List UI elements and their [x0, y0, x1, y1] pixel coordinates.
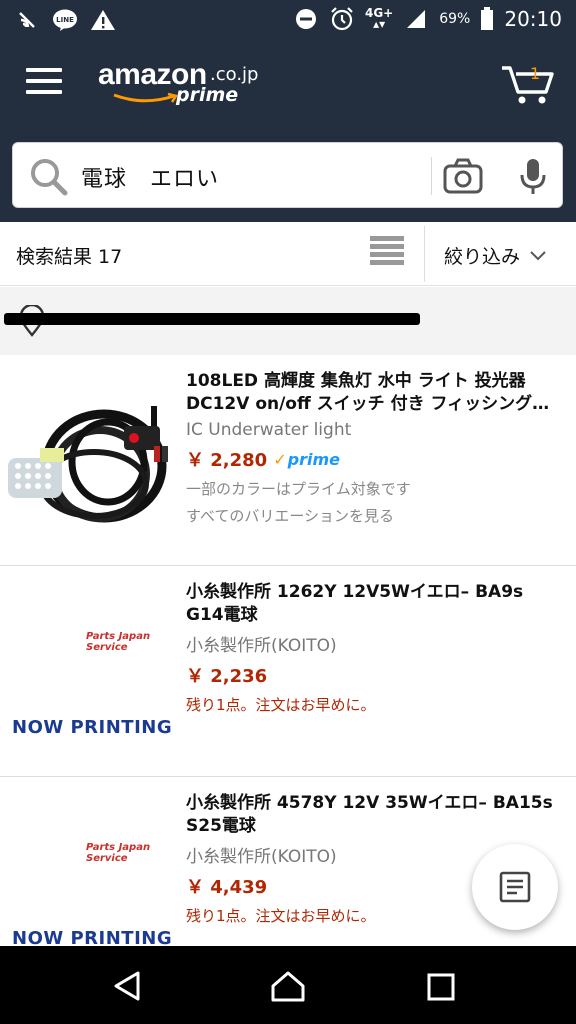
warning-icon	[90, 7, 116, 33]
search-query: 電球 エロい	[81, 167, 220, 192]
product-price: ￥ 4,439	[186, 877, 268, 898]
menu-button[interactable]	[26, 68, 62, 98]
product-title[interactable]: 108LED 高輝度 集魚灯 水中 ライト 投光器 DC12V on/off ス…	[186, 370, 566, 416]
svg-text:LINE: LINE	[56, 16, 74, 24]
results-bar: 検索結果 17 絞り込み	[0, 222, 576, 286]
search-divider	[431, 157, 432, 195]
redacted-address-line	[30, 321, 410, 325]
thumb-brand: Parts Japan Service	[86, 631, 151, 653]
list-view-button[interactable]	[472, 844, 558, 930]
stock-warning: 残り1点。注文はお早めに。	[186, 696, 376, 714]
cart-button[interactable]: 1	[500, 60, 556, 106]
cast-icon	[14, 7, 40, 33]
signal-icon	[403, 6, 429, 32]
product-title[interactable]: 小糸製作所 4578Y 12V 35Wイエロ– BA15s S25電球	[186, 792, 566, 838]
checkmark-icon: ✓	[273, 449, 287, 469]
results-divider	[424, 226, 425, 282]
product-price: ￥ 2,280	[186, 450, 268, 471]
status-bar: LINE 4G+ ▴▾ 69% 20:10	[0, 0, 576, 38]
product-title[interactable]: 小糸製作所 1262Y 12V5Wイエロ– BA9s G14電球	[186, 581, 566, 627]
list-icon	[499, 871, 531, 903]
product-image: Parts Japan Service NOW PRINTING	[4, 788, 174, 968]
delivery-location-bar[interactable]	[0, 287, 576, 355]
prime-badge: ✓ prime	[273, 449, 340, 469]
filter-button[interactable]: 絞り込み	[444, 242, 546, 269]
search-icon	[29, 157, 69, 201]
product-item[interactable]: 108LED 高輝度 集魚灯 水中 ライト 投光器 DC12V on/off ス…	[0, 356, 576, 566]
clock: 20:10	[504, 7, 562, 31]
thumb-brand: Parts Japan Service	[86, 842, 151, 864]
network-type: 4G+ ▴▾	[364, 6, 394, 31]
view-toggle-button[interactable]	[370, 236, 404, 270]
line-icon: LINE	[52, 7, 78, 33]
chevron-down-icon	[530, 250, 546, 260]
home-icon[interactable]	[270, 970, 306, 1006]
search-input[interactable]: 電球 エロい	[12, 142, 563, 208]
cart-count: 1	[530, 64, 541, 83]
mic-icon[interactable]	[518, 157, 548, 201]
filter-label: 絞り込み	[444, 246, 521, 268]
product-image	[4, 366, 174, 546]
product-brand: 小糸製作所(KOITO)	[186, 636, 337, 656]
app-header: amazon .co.jp prime 1 電球 エロい	[0, 38, 576, 222]
product-item[interactable]: Parts Japan Service NOW PRINTING 小糸製作所 1…	[0, 567, 576, 777]
amazon-logo[interactable]: amazon .co.jp prime	[98, 58, 268, 106]
product-brand: IC Underwater light	[186, 420, 352, 440]
cart-icon	[502, 66, 554, 104]
battery-icon	[480, 6, 494, 32]
camera-icon[interactable]	[443, 157, 483, 199]
system-nav-bar	[0, 946, 576, 1024]
alarm-icon	[329, 6, 355, 32]
battery-percent: 69%	[439, 11, 471, 27]
product-price: ￥ 2,236	[186, 666, 268, 687]
prime-note: 一部のカラーはプライム対象です	[186, 480, 411, 498]
now-printing-label: NOW PRINTING	[12, 717, 173, 738]
variations-link[interactable]: すべてのバリエーションを見る	[186, 505, 566, 526]
results-count: 検索結果 17	[16, 246, 123, 268]
back-icon[interactable]	[112, 970, 142, 1006]
dnd-icon	[293, 6, 319, 32]
product-image: Parts Japan Service NOW PRINTING	[4, 577, 174, 757]
recent-apps-icon[interactable]	[426, 972, 456, 1006]
